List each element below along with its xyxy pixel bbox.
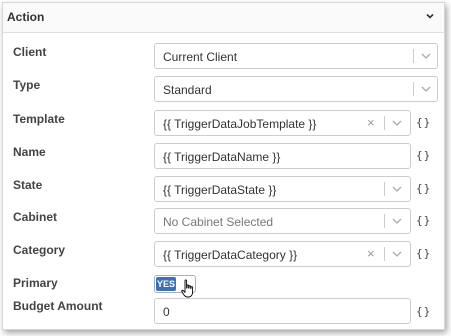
client-value: Current Client [163,50,238,64]
name-label: Name [13,145,46,159]
clear-x-icon[interactable]: × [367,246,375,261]
category-label: Category [13,243,66,257]
braces-icon[interactable]: {} [416,247,431,260]
client-label: Client [13,45,47,59]
chevron-down-icon[interactable] [421,85,431,93]
template-value: {{ TriggerDataJobTemplate }} [163,117,317,131]
budget-label: Budget Amount [13,299,103,313]
template-label: Template [13,112,65,126]
select-separator [413,82,414,96]
toggle-on-label: YES [156,277,176,291]
state-select[interactable]: {{ TriggerDataState }} [154,176,411,202]
name-input[interactable]: {{ TriggerDataName }} [154,143,411,169]
type-value: Standard [163,83,212,97]
budget-input[interactable]: 0 [154,298,411,324]
chevron-down-icon[interactable] [424,10,436,22]
braces-icon[interactable]: {} [416,116,431,129]
select-separator [413,49,414,63]
category-select[interactable]: {{ TriggerDataCategory }} × [154,241,411,267]
cabinet-label: Cabinet [13,210,58,224]
panel-title: Action [7,10,45,24]
select-separator [384,116,385,130]
hand-pointer-icon [181,279,194,298]
cabinet-placeholder: No Cabinet Selected [163,215,274,229]
cabinet-select[interactable]: No Cabinet Selected [154,208,411,234]
action-panel: Action Client Current Client Type Standa… [2,2,445,330]
chevron-down-icon[interactable] [421,52,431,60]
clear-x-icon[interactable]: × [367,115,375,130]
state-value: {{ TriggerDataState }} [163,183,277,197]
select-separator [384,214,385,228]
budget-value: 0 [163,305,170,319]
braces-icon[interactable]: {} [416,149,431,162]
name-value: {{ TriggerDataName }} [163,150,281,164]
primary-label: Primary [13,276,58,290]
client-select[interactable]: Current Client [154,43,438,69]
state-label: State [13,178,43,192]
select-separator [384,247,385,261]
chevron-down-icon[interactable] [392,185,402,193]
type-label: Type [13,78,41,92]
braces-icon[interactable]: {} [416,305,431,318]
panel-header[interactable]: Action [3,3,444,33]
select-separator [384,182,385,196]
braces-icon[interactable]: {} [416,182,431,195]
category-value: {{ TriggerDataCategory }} [163,248,298,262]
chevron-down-icon[interactable] [392,217,402,225]
chevron-down-icon[interactable] [392,119,402,127]
chevron-down-icon[interactable] [392,250,402,258]
braces-icon[interactable]: {} [416,214,431,227]
template-select[interactable]: {{ TriggerDataJobTemplate }} × [154,110,411,136]
type-select[interactable]: Standard [154,76,438,102]
